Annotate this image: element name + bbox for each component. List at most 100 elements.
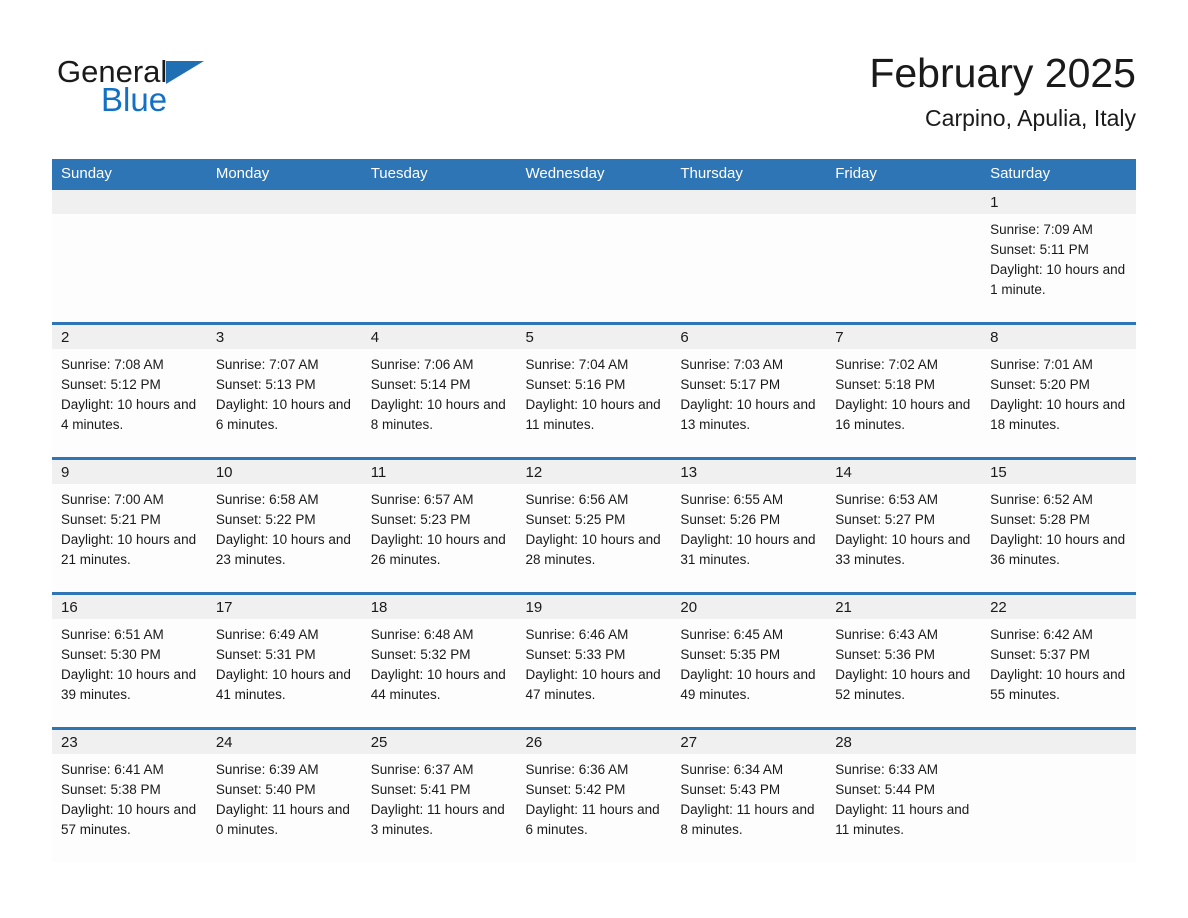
day-number: 12 bbox=[525, 464, 543, 481]
calendar-day-cell[interactable]: 26 Sunrise: 6:36 AM Sunset: 5:42 PM Dayligh… bbox=[516, 727, 672, 862]
sunset-text: Sunset: 5:22 PM bbox=[215, 512, 316, 527]
calendar-day-cell[interactable]: 14 Sunrise: 6:53 AM Sunset: 5:27 PM Dayligh… bbox=[826, 457, 982, 594]
calendar-day-cell[interactable]: 28 Sunrise: 6:33 AM Sunset: 5:44 PM Dayligh… bbox=[826, 727, 982, 862]
day-number-band: 15 bbox=[981, 460, 1136, 484]
calendar-day-cell[interactable]: 12 Sunrise: 6:56 AM Sunset: 5:25 PM Dayligh… bbox=[516, 457, 672, 594]
sunrise-text: Sunrise: 7:08 AM bbox=[61, 357, 164, 372]
day-details: Sunrise: 6:52 AM Sunset: 5:28 PM Daylight:… bbox=[981, 484, 1136, 570]
day-details: Sunrise: 7:01 AM Sunset: 5:20 PM Daylight:… bbox=[981, 349, 1136, 435]
calendar-day-cell[interactable]: 13 Sunrise: 6:55 AM Sunset: 5:26 PM Dayligh… bbox=[671, 457, 827, 594]
day-number-band bbox=[206, 190, 362, 214]
calendar-day-cell[interactable]: 4 Sunrise: 7:06 AM Sunset: 5:14 PM Daylight… bbox=[361, 322, 517, 459]
day-number: 14 bbox=[835, 464, 852, 481]
calendar-day-cell[interactable]: 9 Sunrise: 7:00 AM Sunset: 5:21 PM Daylight… bbox=[52, 457, 207, 594]
day-number-band bbox=[516, 190, 672, 214]
sunset-text: Sunset: 5:36 PM bbox=[835, 647, 936, 662]
calendar-day-cell[interactable]: 24 Sunrise: 6:39 AM Sunset: 5:40 PM Dayligh… bbox=[206, 727, 362, 862]
daylight-text: Daylight: 10 hours and 26 minutes. bbox=[370, 532, 506, 567]
day-details: Sunrise: 6:53 AM Sunset: 5:27 PM Daylight:… bbox=[826, 484, 981, 570]
daylight-text: Daylight: 10 hours and 16 minutes. bbox=[835, 397, 971, 432]
sunrise-text: Sunrise: 7:00 AM bbox=[61, 492, 164, 507]
daylight-text: Daylight: 10 hours and 47 minutes. bbox=[525, 667, 661, 702]
calendar-day-cell[interactable]: 25 Sunrise: 6:37 AM Sunset: 5:41 PM Dayligh… bbox=[361, 727, 517, 862]
weekday-header-friday: Friday bbox=[826, 159, 982, 190]
sunrise-text: Sunrise: 6:36 AM bbox=[525, 762, 629, 777]
sunset-text: Sunset: 5:23 PM bbox=[370, 512, 471, 527]
weekday-header-sunday: Sunday bbox=[52, 159, 207, 190]
day-details: Sunrise: 7:09 AM Sunset: 5:11 PM Daylight:… bbox=[981, 214, 1136, 300]
sunset-text: Sunset: 5:33 PM bbox=[525, 647, 626, 662]
day-number: 4 bbox=[370, 329, 380, 346]
calendar-day-cell[interactable]: 17 Sunrise: 6:49 AM Sunset: 5:31 PM Dayligh… bbox=[206, 592, 362, 729]
calendar-day-cell[interactable]: 21 Sunrise: 6:43 AM Sunset: 5:36 PM Dayligh… bbox=[826, 592, 982, 729]
sunrise-text: Sunrise: 6:58 AM bbox=[215, 492, 319, 507]
calendar-day-cell[interactable]: 15 Sunrise: 6:52 AM Sunset: 5:28 PM Dayligh… bbox=[981, 457, 1136, 594]
day-number-band bbox=[361, 190, 517, 214]
calendar-day-cell[interactable]: 2 Sunrise: 7:08 AM Sunset: 5:12 PM Daylight… bbox=[52, 322, 207, 459]
weekday-header-wednesday: Wednesday bbox=[516, 159, 672, 190]
sunrise-text: Sunrise: 6:45 AM bbox=[680, 627, 784, 642]
day-number-band: 7 bbox=[826, 325, 982, 349]
calendar-day-cell[interactable]: 22 Sunrise: 6:42 AM Sunset: 5:37 PM Dayligh… bbox=[981, 592, 1136, 729]
calendar-day-cell[interactable]: 18 Sunrise: 6:48 AM Sunset: 5:32 PM Dayligh… bbox=[361, 592, 517, 729]
title-block: February 2025 Carpino, Apulia, Italy bbox=[869, 48, 1136, 133]
calendar-day-cell[interactable]: 27 Sunrise: 6:34 AM Sunset: 5:43 PM Dayligh… bbox=[671, 727, 827, 862]
location-subtitle: Carpino, Apulia, Italy bbox=[925, 105, 1136, 131]
day-number-band: 27 bbox=[671, 730, 827, 754]
calendar-day-cell[interactable]: 10 Sunrise: 6:58 AM Sunset: 5:22 PM Dayligh… bbox=[206, 457, 362, 594]
sunset-text: Sunset: 5:27 PM bbox=[835, 512, 936, 527]
sunrise-text: Sunrise: 6:41 AM bbox=[61, 762, 164, 777]
sunset-text: Sunset: 5:21 PM bbox=[61, 512, 161, 527]
day-number: 5 bbox=[525, 329, 534, 346]
day-number: 1 bbox=[990, 194, 999, 211]
calendar-day-cell[interactable]: 3 Sunrise: 7:07 AM Sunset: 5:13 PM Daylight… bbox=[206, 322, 362, 459]
calendar-day-cell[interactable]: 11 Sunrise: 6:57 AM Sunset: 5:23 PM Dayligh… bbox=[361, 457, 517, 594]
day-details: Sunrise: 7:06 AM Sunset: 5:14 PM Daylight:… bbox=[362, 349, 517, 435]
day-number-band: 16 bbox=[52, 595, 207, 619]
day-number: 7 bbox=[835, 329, 844, 346]
calendar-day-cell[interactable]: 5 Sunrise: 7:04 AM Sunset: 5:16 PM Daylight… bbox=[516, 322, 672, 459]
day-number: 9 bbox=[61, 464, 70, 481]
day-number-band: 23 bbox=[52, 730, 207, 754]
day-number: 21 bbox=[835, 599, 852, 616]
day-details: Sunrise: 7:02 AM Sunset: 5:18 PM Daylight:… bbox=[826, 349, 981, 435]
daylight-text: Daylight: 10 hours and 21 minutes. bbox=[61, 532, 197, 567]
sunset-text: Sunset: 5:16 PM bbox=[525, 377, 626, 392]
daylight-text: Daylight: 11 hours and 8 minutes. bbox=[680, 802, 815, 837]
daylight-text: Daylight: 10 hours and 44 minutes. bbox=[370, 667, 506, 702]
calendar-day-cell[interactable]: 23 Sunrise: 6:41 AM Sunset: 5:38 PM Dayligh… bbox=[52, 727, 207, 862]
day-number-band: 3 bbox=[206, 325, 362, 349]
day-details: Sunrise: 6:55 AM Sunset: 5:26 PM Daylight:… bbox=[671, 484, 826, 570]
calendar-day-cell[interactable]: 8 Sunrise: 7:01 AM Sunset: 5:20 PM Daylight… bbox=[981, 322, 1136, 459]
daylight-text: Daylight: 11 hours and 11 minutes. bbox=[835, 802, 970, 837]
calendar-week-row: 2 Sunrise: 7:08 AM Sunset: 5:12 PM Daylight… bbox=[52, 322, 1136, 459]
daylight-text: Daylight: 10 hours and 36 minutes. bbox=[990, 532, 1126, 567]
calendar-day-cell[interactable]: 20 Sunrise: 6:45 AM Sunset: 5:35 PM Dayligh… bbox=[671, 592, 827, 729]
calendar-day-cell[interactable]: 16 Sunrise: 6:51 AM Sunset: 5:30 PM Dayligh… bbox=[52, 592, 207, 729]
day-number: 10 bbox=[215, 464, 233, 481]
day-number-band: 22 bbox=[981, 595, 1136, 619]
calendar-day-cell[interactable]: 1 Sunrise: 7:09 AM Sunset: 5:11 PM Daylight… bbox=[981, 190, 1136, 324]
logo-text-blue: Blue bbox=[101, 81, 168, 118]
day-number: 24 bbox=[215, 734, 233, 751]
sunset-text: Sunset: 5:18 PM bbox=[835, 377, 936, 392]
day-details: Sunrise: 6:46 AM Sunset: 5:33 PM Daylight:… bbox=[517, 619, 672, 705]
sunset-text: Sunset: 5:28 PM bbox=[990, 512, 1090, 527]
daylight-text: Daylight: 10 hours and 4 minutes. bbox=[61, 397, 197, 432]
day-number: 26 bbox=[525, 734, 543, 751]
calendar-day-cell[interactable]: 7 Sunrise: 7:02 AM Sunset: 5:18 PM Daylight… bbox=[826, 322, 982, 459]
calendar-day-cell[interactable]: 19 Sunrise: 6:46 AM Sunset: 5:33 PM Dayligh… bbox=[516, 592, 672, 729]
calendar-header-row: Sunday Monday Tuesday Wednesday Thursday… bbox=[52, 159, 1136, 190]
day-number-band: 18 bbox=[361, 595, 517, 619]
sunset-text: Sunset: 5:40 PM bbox=[215, 782, 316, 797]
calendar-day-cell[interactable]: 6 Sunrise: 7:03 AM Sunset: 5:17 PM Daylight… bbox=[671, 322, 827, 459]
day-number: 25 bbox=[370, 734, 388, 751]
day-number: 16 bbox=[61, 599, 78, 616]
sunrise-text: Sunrise: 6:43 AM bbox=[835, 627, 939, 642]
daylight-text: Daylight: 10 hours and 13 minutes. bbox=[680, 397, 816, 432]
sunset-text: Sunset: 5:38 PM bbox=[61, 782, 161, 797]
sunrise-text: Sunrise: 7:02 AM bbox=[835, 357, 939, 372]
sunrise-text: Sunrise: 7:03 AM bbox=[680, 357, 784, 372]
sunset-text: Sunset: 5:31 PM bbox=[215, 647, 316, 662]
weekday-header-tuesday: Tuesday bbox=[361, 159, 517, 190]
